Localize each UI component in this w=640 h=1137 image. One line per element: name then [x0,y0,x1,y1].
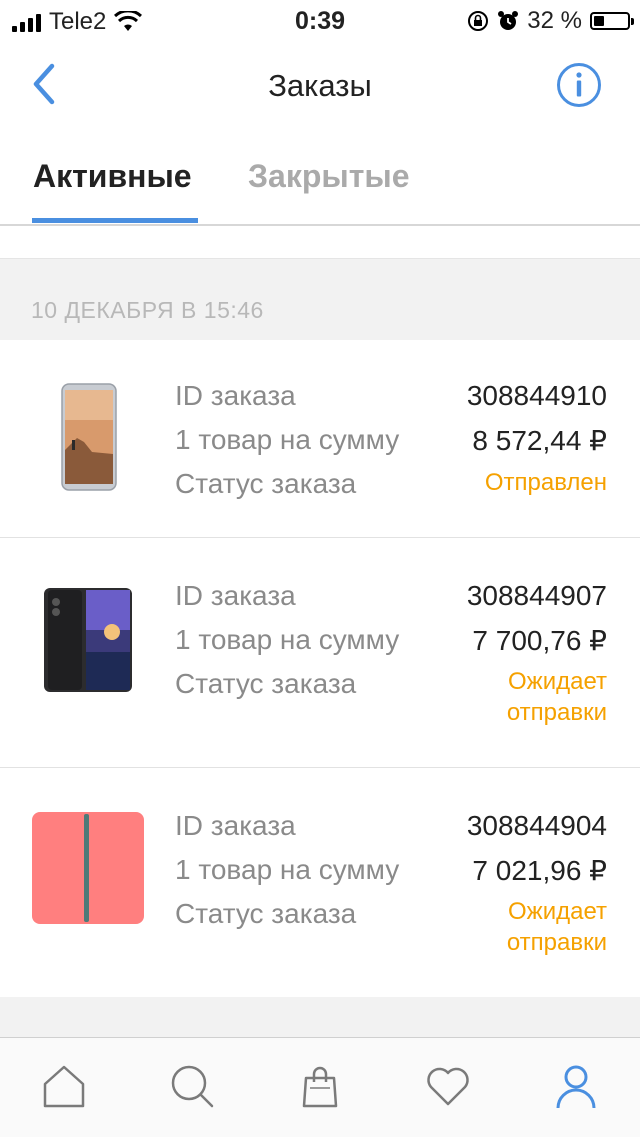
page-title: Заказы [268,68,372,103]
tab-home[interactable] [40,1062,88,1110]
order-id: 308844904 [466,810,607,841]
active-tab-indicator [32,218,198,223]
order-item[interactable]: ID заказа 308844907 1 товар на сумму 7 7… [0,538,640,768]
order-id: 308844910 [466,380,607,411]
alarm-icon [498,11,519,30]
order-sum: 8 572,44 ₽ [472,425,607,456]
battery-icon [590,12,634,30]
info-button[interactable] [556,62,602,108]
order-status: Отправлен [484,469,607,496]
order-status-label: Статус заказа [175,668,357,699]
bottom-tab-bar [0,1037,640,1137]
case-thumbnail [32,812,144,924]
phone-thumbnail [44,588,132,692]
order-id-label: ID заказа [175,380,296,411]
order-id-label: ID заказа [175,810,296,841]
list-footer-gap [0,997,640,1037]
battery-percent: 32 % [527,7,582,34]
home-icon [43,1065,85,1108]
tab-favorites[interactable] [424,1062,472,1110]
tab-active-orders[interactable]: Активные [33,158,192,195]
order-status: Ожидает отправки [506,668,607,726]
navigation-bar: Заказы [0,44,640,128]
order-status-label: Статус заказа [175,468,357,499]
tab-profile[interactable] [552,1062,600,1110]
heart-icon [427,1067,469,1106]
order-item[interactable]: ID заказа 308844904 1 товар на сумму 7 0… [0,768,640,998]
phone-thumbnail [61,383,117,491]
info-icon [557,63,601,107]
status-bar-right: 32 % [467,7,634,35]
order-id-label: ID заказа [175,580,296,611]
order-tabs: Активные Закрытые [0,140,640,226]
tab-closed-orders[interactable]: Закрытые [248,158,410,195]
order-sum: 7 700,76 ₽ [472,625,607,656]
order-id: 308844907 [466,580,607,611]
order-sum: 7 021,96 ₽ [472,855,607,886]
order-sum-label: 1 товар на сумму [175,854,400,885]
battery-fill [594,16,605,26]
order-item[interactable]: ID заказа 308844910 1 товар на сумму 8 5… [0,340,640,538]
orientation-lock-icon [468,11,489,31]
shopping-bag-icon [302,1066,338,1108]
order-status: Ожидает отправки [506,898,607,956]
section-date: 10 ДЕКАБРЯ В 15:46 [31,297,264,323]
date-section-header: 10 ДЕКАБРЯ В 15:46 [0,258,640,342]
tab-search[interactable] [168,1062,216,1110]
status-bar: Tele2 0:39 32 % [0,0,640,40]
order-sum-label: 1 товар на сумму [175,424,400,455]
profile-icon [556,1065,596,1109]
search-icon [171,1065,214,1108]
order-status-label: Статус заказа [175,898,357,929]
tab-cart[interactable] [296,1062,344,1110]
order-sum-label: 1 товар на сумму [175,624,400,655]
